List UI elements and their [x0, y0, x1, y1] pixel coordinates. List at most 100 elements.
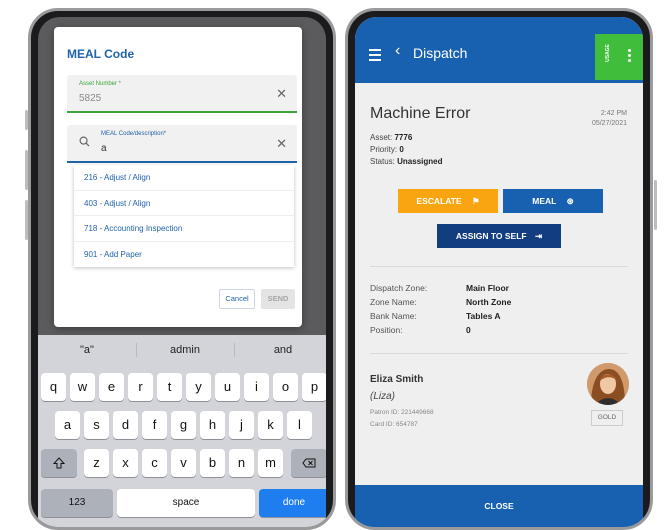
priority-label: Priority:	[370, 145, 398, 154]
key[interactable]: v	[171, 449, 196, 477]
asset-value: 7776	[394, 133, 413, 142]
dropdown-option[interactable]: 901 - Add Paper	[74, 242, 294, 268]
dialog-title: MEAL Code	[67, 47, 135, 61]
page-title: Dispatch	[413, 45, 468, 61]
close-button[interactable]: CLOSE	[355, 485, 643, 527]
key[interactable]: y	[186, 373, 211, 401]
key[interactable]: u	[215, 373, 240, 401]
shift-icon	[52, 457, 66, 469]
asset-label: Asset:	[370, 133, 393, 142]
done-key[interactable]: done	[259, 489, 326, 517]
asset-number-value: 5825	[79, 93, 102, 104]
key[interactable]: k	[258, 411, 283, 439]
meal-code-search-field[interactable]: MEAL Code/description* a ✕	[67, 125, 297, 163]
meal-code-label: MEAL Code/description*	[101, 131, 167, 137]
dispatch-content: Machine Error 2:42 PM 05/27/2021 Asset: …	[355, 83, 643, 485]
key[interactable]: h	[200, 411, 225, 439]
key[interactable]: x	[113, 449, 138, 477]
zone-value: 0	[466, 325, 471, 335]
back-arrow-icon[interactable]: ‹	[395, 42, 400, 60]
clear-asset-icon[interactable]: ✕	[276, 86, 287, 102]
patron-nickname: (Liza)	[370, 391, 396, 402]
dropdown-option[interactable]: 216 - Adjust / Align	[74, 165, 294, 191]
key[interactable]: m	[258, 449, 283, 477]
escalate-button[interactable]: ESCALATE ⚑	[398, 189, 498, 213]
zone-label: Position:	[370, 325, 403, 335]
priority-line: Priority: 0	[370, 145, 404, 154]
numbers-key[interactable]: 123	[41, 489, 113, 517]
assign-to-self-button[interactable]: ASSIGN TO SELF ⇥	[437, 224, 561, 248]
key[interactable]: r	[128, 373, 153, 401]
key[interactable]: j	[229, 411, 254, 439]
key[interactable]: w	[70, 373, 95, 401]
usage-label: USAGE	[604, 44, 611, 62]
dropdown-option[interactable]: 403 - Adjust / Align	[74, 191, 294, 216]
key[interactable]: i	[244, 373, 269, 401]
phone-side-button	[654, 180, 657, 230]
tier-badge: GOLD	[591, 410, 623, 426]
priority-value: 0	[399, 145, 404, 154]
send-button[interactable]: SEND	[261, 289, 295, 309]
more-options-icon[interactable]	[628, 49, 631, 64]
status-label: Status:	[370, 157, 395, 166]
patron-name: Eliza Smith	[370, 374, 424, 385]
key[interactable]: g	[171, 411, 196, 439]
meal-code-dropdown: 216 - Adjust / Align 403 - Adjust / Alig…	[74, 165, 294, 267]
avatar	[587, 363, 629, 405]
menu-icon[interactable]	[369, 49, 381, 64]
key[interactable]: q	[41, 373, 66, 401]
zone-label: Dispatch Zone:	[370, 283, 428, 293]
phone-side-button	[25, 150, 28, 190]
key[interactable]: e	[99, 373, 124, 401]
backspace-icon	[302, 458, 316, 468]
error-timestamp: 2:42 PM 05/27/2021	[592, 109, 627, 129]
zone-value: Main Floor	[466, 283, 509, 293]
card-id: Card ID: 654787	[370, 421, 418, 428]
backspace-key[interactable]	[291, 449, 326, 477]
patron-id: Patron ID: 221449668	[370, 409, 434, 416]
suggestion-item[interactable]: admin	[136, 335, 234, 365]
error-date: 05/27/2021	[591, 120, 627, 127]
asset-number-label: Asset Number *	[79, 81, 122, 87]
left-screen: MEAL Code Asset Number * 5825 ✕ MEAL Cod…	[38, 17, 326, 527]
key[interactable]: s	[84, 411, 109, 439]
shift-key[interactable]	[41, 449, 77, 477]
right-screen: ‹ Dispatch USAGE Machine Error 2:42 PM 0…	[355, 17, 643, 527]
meal-button[interactable]: MEAL ⊛	[503, 189, 603, 213]
error-title: Machine Error	[370, 105, 471, 122]
usage-tab[interactable]: USAGE	[595, 34, 643, 80]
meal-code-value: a	[101, 143, 107, 154]
suggestion-bar: "a" admin and	[38, 335, 326, 365]
meal-code-dialog: MEAL Code Asset Number * 5825 ✕ MEAL Cod…	[54, 27, 302, 327]
key[interactable]: d	[113, 411, 138, 439]
on-screen-keyboard: "a" admin and q w e r t y u i o p a s d …	[38, 335, 326, 527]
zone-value: Tables A	[466, 311, 501, 321]
left-phone: MEAL Code Asset Number * 5825 ✕ MEAL Cod…	[28, 8, 336, 530]
key[interactable]: t	[157, 373, 182, 401]
flag-icon: ⚑	[471, 196, 480, 206]
suggestion-item[interactable]: "a"	[38, 335, 136, 365]
assign-label: ASSIGN TO SELF	[455, 231, 527, 241]
status-value: Unassigned	[397, 157, 443, 166]
key[interactable]: n	[229, 449, 254, 477]
key[interactable]: p	[302, 373, 326, 401]
cancel-button[interactable]: Cancel	[219, 289, 255, 309]
key[interactable]: l	[287, 411, 312, 439]
key[interactable]: b	[200, 449, 225, 477]
key[interactable]: a	[55, 411, 80, 439]
key[interactable]: f	[142, 411, 167, 439]
key[interactable]: o	[273, 373, 298, 401]
error-time: 2:42 PM	[600, 110, 627, 117]
dropdown-option[interactable]: 718 - Accounting Inspection	[74, 216, 294, 242]
asset-line: Asset: 7776	[370, 133, 412, 142]
asset-number-field[interactable]: Asset Number * 5825 ✕	[67, 75, 297, 113]
key[interactable]: z	[84, 449, 109, 477]
search-icon	[79, 136, 90, 147]
space-key[interactable]: space	[117, 489, 255, 517]
status-line: Status: Unassigned	[370, 157, 442, 166]
key[interactable]: c	[142, 449, 167, 477]
clear-meal-icon[interactable]: ✕	[276, 136, 287, 152]
zone-label: Zone Name:	[370, 297, 417, 307]
suggestion-item[interactable]: and	[234, 335, 326, 365]
zone-value: North Zone	[466, 297, 512, 307]
